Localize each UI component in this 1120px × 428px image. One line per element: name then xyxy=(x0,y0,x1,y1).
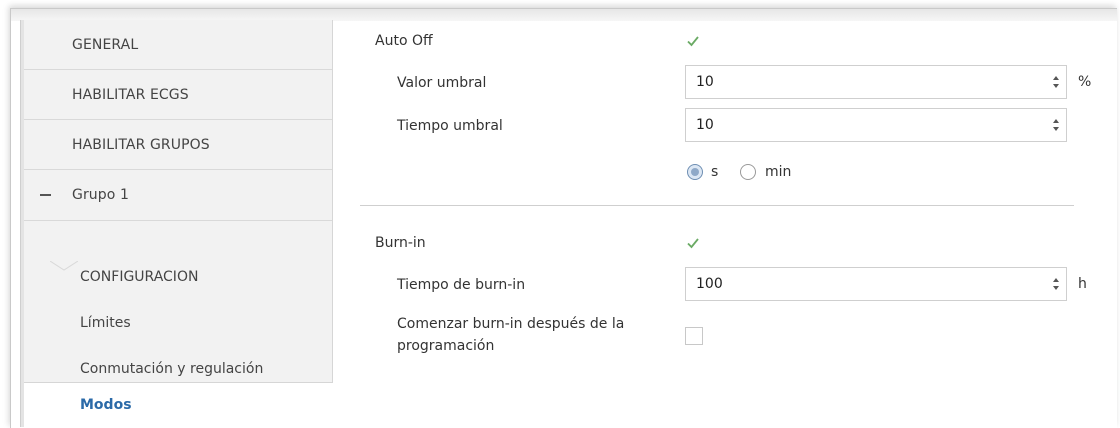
burn-in-time-field[interactable] xyxy=(685,267,1067,301)
sidebar-subitem-label: Modos xyxy=(80,397,132,413)
spinner-icon[interactable] xyxy=(1052,74,1060,90)
burn-in-label: Burn-in xyxy=(375,235,426,251)
threshold-time-input[interactable] xyxy=(696,117,992,133)
sidebar-subitem-label: CONFIGURACION xyxy=(80,269,199,285)
threshold-value-label: Valor umbral xyxy=(397,75,487,91)
sidebar-subitem-modos[interactable]: Modos xyxy=(24,382,333,427)
section-divider xyxy=(360,205,1074,206)
sidebar-item-label: HABILITAR GRUPOS xyxy=(72,136,210,153)
burn-in-time-input[interactable] xyxy=(696,276,992,292)
sidebar-item-habilitar-ecgs[interactable]: HABILITAR ECGS xyxy=(24,70,332,120)
threshold-time-field[interactable] xyxy=(685,108,1067,142)
threshold-value-unit: % xyxy=(1078,74,1092,90)
sidebar-item-label: HABILITAR ECGS xyxy=(72,86,189,103)
sidebar: GENERAL HABILITAR ECGS HABILITAR GRUPOS … xyxy=(24,20,333,427)
sidebar-subitem-label: Conmutación y regulación xyxy=(80,361,264,377)
spinner-icon[interactable] xyxy=(1052,117,1060,133)
threshold-value-input[interactable] xyxy=(696,74,992,90)
start-after-programming-label-line1: Comenzar burn-in después de la xyxy=(397,316,625,332)
start-after-programming-label-line2: programación xyxy=(397,338,495,354)
threshold-value-field[interactable] xyxy=(685,65,1067,99)
sidebar-subitem-limites[interactable]: Límites xyxy=(24,300,332,346)
spinner-icon[interactable] xyxy=(1052,276,1060,292)
burn-in-checkbox[interactable] xyxy=(685,235,701,251)
sidebar-subitem-label: Límites xyxy=(80,315,131,331)
threshold-time-label: Tiempo umbral xyxy=(397,118,503,134)
check-icon xyxy=(687,36,699,47)
radio-seconds-label: s xyxy=(711,164,719,180)
sidebar-subitem-configuracion[interactable]: CONFIGURACION xyxy=(24,254,332,300)
sidebar-item-general[interactable]: GENERAL xyxy=(24,20,332,70)
start-after-programming-checkbox[interactable] xyxy=(685,327,703,345)
burn-in-time-unit: h xyxy=(1078,276,1087,292)
radio-seconds[interactable] xyxy=(687,164,703,180)
radio-minutes-label: min xyxy=(765,164,792,180)
auto-off-checkbox[interactable] xyxy=(685,33,701,49)
main-panel: Auto Off Valor umbral % Tiempo umbral s … xyxy=(333,20,1120,427)
sidebar-item-habilitar-grupos[interactable]: HABILITAR GRUPOS xyxy=(24,120,332,170)
check-icon xyxy=(687,238,699,249)
sidebar-group-grupo-1[interactable]: Grupo 1 xyxy=(24,170,332,221)
sidebar-item-label: GENERAL xyxy=(72,36,139,53)
collapse-icon[interactable] xyxy=(40,194,51,196)
auto-off-label: Auto Off xyxy=(375,33,433,49)
radio-minutes[interactable] xyxy=(740,164,756,180)
burn-in-time-label: Tiempo de burn-in xyxy=(397,277,526,293)
